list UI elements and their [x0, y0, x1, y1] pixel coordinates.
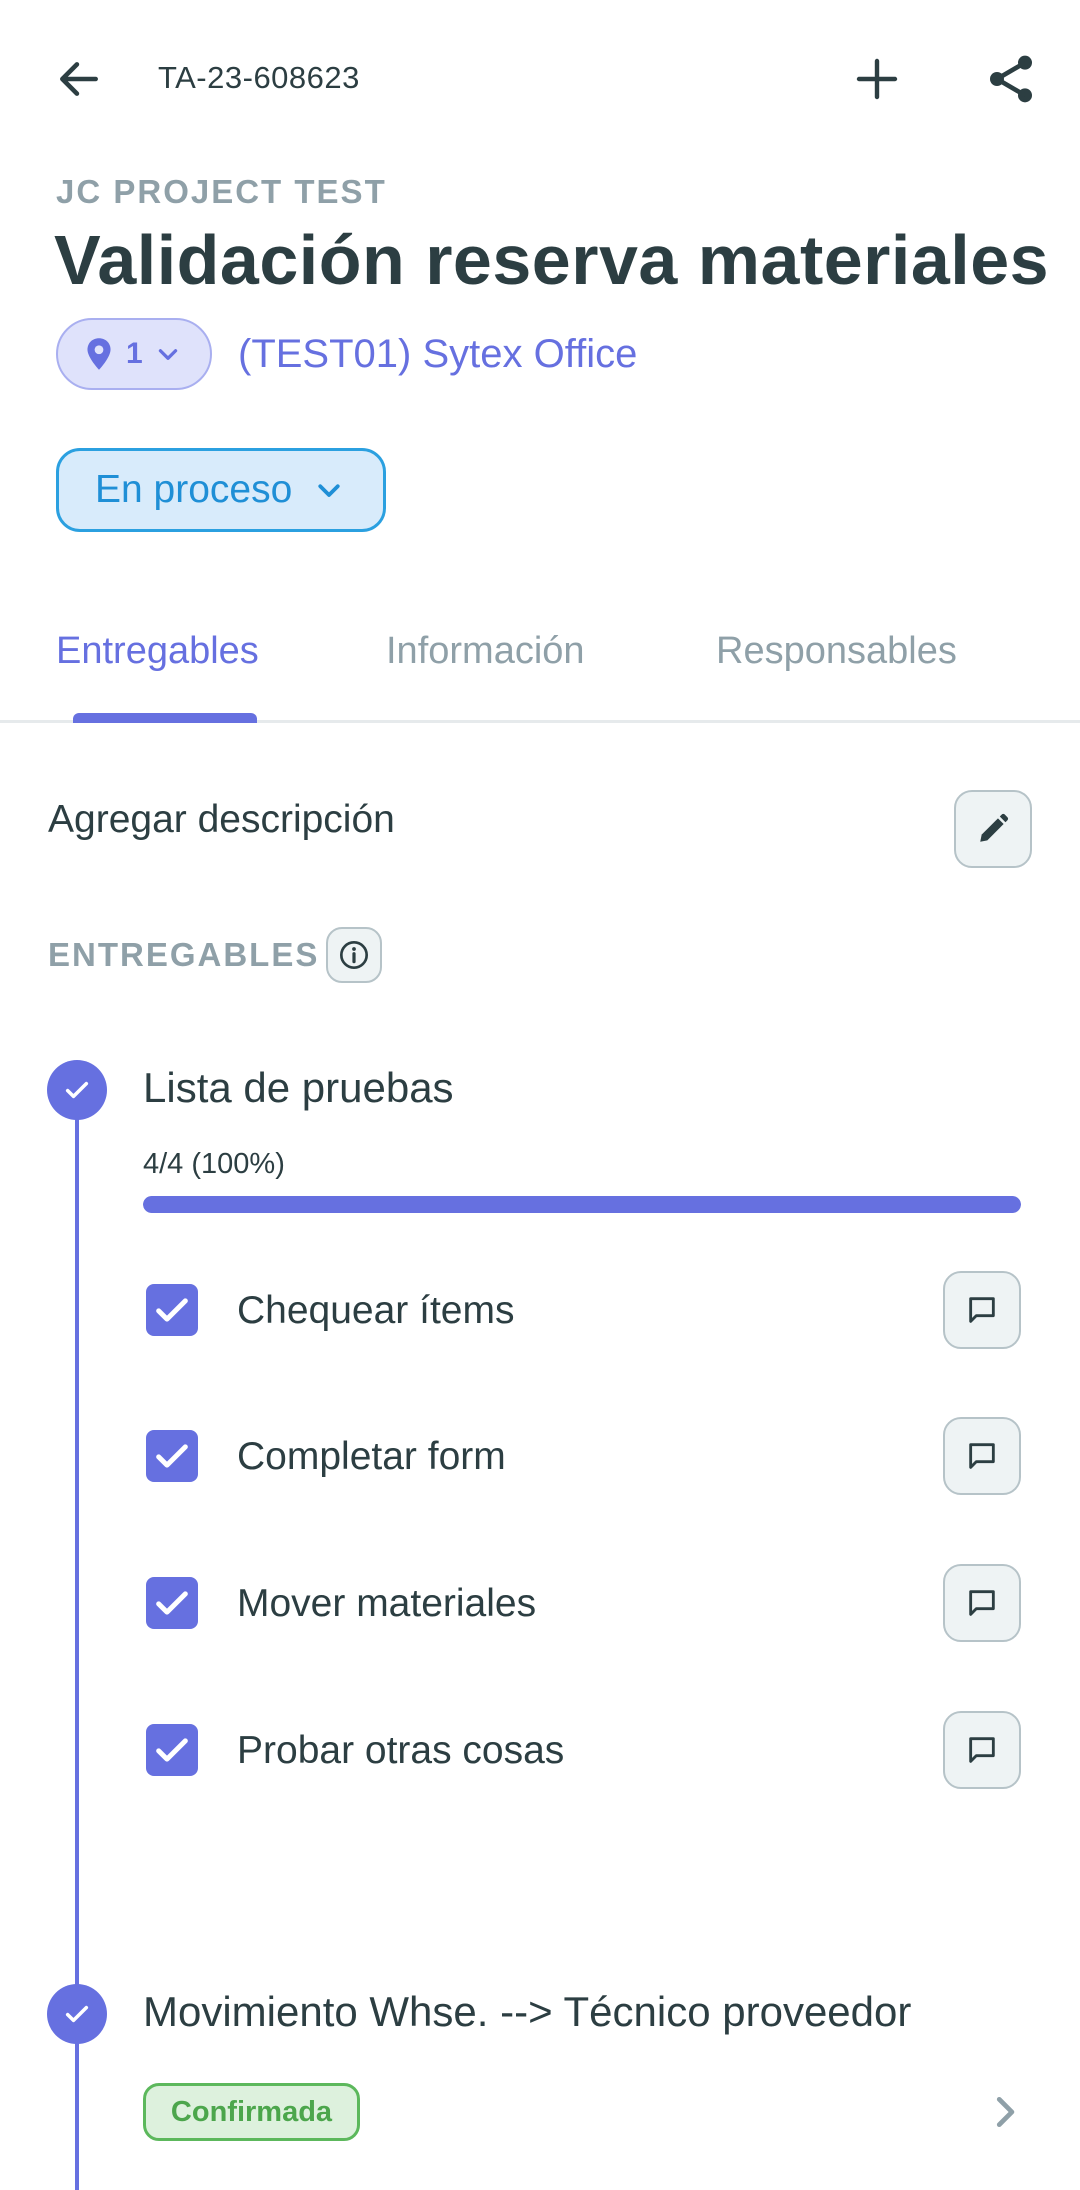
- check-icon: [156, 1591, 188, 1615]
- check-icon: [65, 2005, 89, 2023]
- checkbox-checked[interactable]: [146, 1284, 198, 1336]
- info-icon: [340, 941, 368, 969]
- tab-entregables[interactable]: Entregables: [56, 630, 259, 673]
- task-id: TA-23-608623: [158, 60, 360, 95]
- deliverable-title[interactable]: Lista de pruebas: [143, 1064, 454, 1112]
- comment-icon: [969, 1590, 995, 1616]
- checklist-item: Completar form: [143, 1417, 1021, 1497]
- timeline-step-complete: [47, 1060, 107, 1120]
- deliverable-title[interactable]: Movimiento Whse. --> Técnico proveedor: [143, 1988, 911, 2036]
- chevron-down-icon: [318, 484, 340, 497]
- progress-text: 4/4 (100%): [143, 1148, 285, 1180]
- comment-icon: [969, 1297, 995, 1323]
- chevron-right-icon: [996, 2096, 1015, 2128]
- pencil-icon: [980, 813, 1009, 842]
- checkbox-checked[interactable]: [146, 1577, 198, 1629]
- checklist-item-label: Chequear ítems: [237, 1289, 515, 1332]
- checkbox-checked[interactable]: [146, 1430, 198, 1482]
- tab-bar: Entregables Información Responsables: [0, 600, 1080, 723]
- checkbox-checked[interactable]: [146, 1724, 198, 1776]
- status-dropdown[interactable]: En proceso: [56, 448, 386, 532]
- check-icon: [156, 1444, 188, 1468]
- plus-icon: [856, 58, 898, 100]
- project-name: JC PROJECT TEST: [56, 173, 387, 210]
- checklist-item-label: Mover materiales: [237, 1582, 537, 1625]
- status-badge: Confirmada: [143, 2083, 360, 2141]
- share-button[interactable]: [976, 44, 1046, 114]
- active-tab-indicator: [73, 713, 257, 723]
- checklist-item-label: Completar form: [237, 1435, 506, 1478]
- info-button[interactable]: [326, 927, 382, 983]
- comment-button[interactable]: [943, 1417, 1021, 1495]
- progress-bar: [143, 1196, 1021, 1213]
- map-pin-icon: [87, 338, 111, 370]
- share-icon: [990, 55, 1032, 103]
- checklist-item: Probar otras cosas: [143, 1711, 1021, 1791]
- add-button[interactable]: [842, 44, 912, 114]
- tab-informacion[interactable]: Información: [386, 630, 585, 673]
- arrow-left-icon: [60, 62, 98, 96]
- edit-description-button[interactable]: [954, 790, 1032, 868]
- site-name-link[interactable]: (TEST01) Sytex Office: [238, 332, 637, 377]
- back-button[interactable]: [44, 44, 114, 114]
- chevron-down-icon: [158, 349, 177, 360]
- checklist-item-label: Probar otras cosas: [237, 1729, 565, 1772]
- progress-bar-fill: [143, 1196, 1021, 1213]
- status-label: En proceso: [95, 468, 293, 511]
- checklist-item: Chequear ítems: [143, 1271, 1021, 1351]
- comment-button[interactable]: [943, 1711, 1021, 1789]
- checklist-item: Mover materiales: [143, 1564, 1021, 1644]
- site-selector-chip[interactable]: 1: [56, 318, 212, 390]
- check-icon: [156, 1738, 188, 1762]
- open-deliverable-button[interactable]: [978, 2086, 1030, 2138]
- site-count: 1: [126, 337, 143, 370]
- page-title: Validación reserva materiales: [54, 221, 1050, 299]
- comment-icon: [969, 1737, 995, 1763]
- check-icon: [156, 1298, 188, 1322]
- section-label-entregables: ENTREGABLES: [48, 936, 320, 973]
- tab-responsables[interactable]: Responsables: [716, 630, 957, 673]
- comment-button[interactable]: [943, 1271, 1021, 1349]
- top-app-bar: TA-23-608623: [0, 0, 1080, 160]
- check-icon: [65, 1081, 89, 1099]
- timeline-step-complete: [47, 1984, 107, 2044]
- add-description-text[interactable]: Agregar descripción: [48, 798, 395, 842]
- comment-icon: [969, 1443, 995, 1469]
- comment-button[interactable]: [943, 1564, 1021, 1642]
